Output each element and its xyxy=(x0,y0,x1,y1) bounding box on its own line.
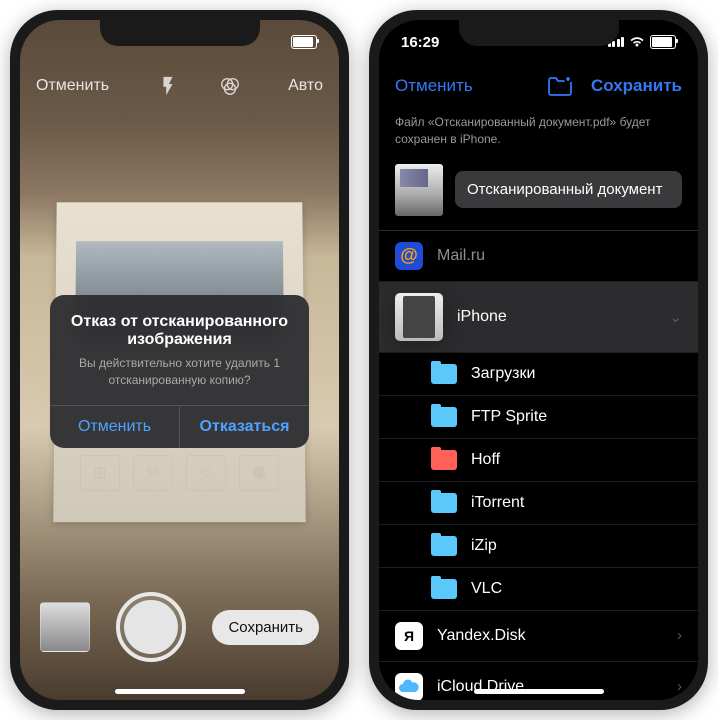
mail-icon xyxy=(395,242,423,270)
folder-hoff[interactable]: Hoff xyxy=(379,439,698,482)
location-iphone[interactable]: iPhone ⌄ xyxy=(379,282,698,353)
auto-button[interactable]: Авто xyxy=(288,77,323,95)
folder-izip[interactable]: iZip xyxy=(379,525,698,568)
filter-icon[interactable] xyxy=(219,75,241,97)
save-button[interactable]: Сохранить xyxy=(212,610,319,645)
scanner-toolbar: Отменить Авто xyxy=(20,64,339,108)
scanner-bottom-bar: Сохранить xyxy=(20,572,339,700)
folder-vlc[interactable]: VLC xyxy=(379,568,698,611)
battery-icon xyxy=(291,35,317,49)
location-icloud[interactable]: iCloud Drive › xyxy=(379,662,698,700)
cancel-button[interactable]: Отменить xyxy=(395,76,473,96)
clock: 16:29 xyxy=(401,34,439,51)
iphone-icon xyxy=(395,293,443,341)
chevron-down-icon: ⌄ xyxy=(669,308,682,326)
save-info-text: Файл «Отсканированный документ.pdf» буде… xyxy=(379,108,698,160)
document-name-input[interactable]: Отсканированный документ xyxy=(455,171,682,208)
folder-icon xyxy=(431,364,457,384)
alert-title: Отказ от отсканированного изображения xyxy=(66,313,293,349)
folder-icon xyxy=(431,407,457,427)
battery-icon xyxy=(650,35,676,49)
scan-option-icons: ⊞ % ⟐ ⬢ xyxy=(80,455,279,491)
alert-message: Вы действительно хотите удалить 1 отскан… xyxy=(66,355,293,389)
scan-icon-2[interactable]: % xyxy=(133,455,173,491)
icloud-icon xyxy=(395,673,423,700)
location-yandex[interactable]: Я Yandex.Disk › xyxy=(379,611,698,662)
folder-icon xyxy=(431,536,457,556)
folder-icon xyxy=(431,579,457,599)
cancel-button[interactable]: Отменить xyxy=(36,77,109,95)
home-indicator[interactable] xyxy=(115,689,245,694)
flash-icon[interactable] xyxy=(157,75,179,97)
location-list: Mail.ru iPhone ⌄ Загрузки FTP Sprite Hof… xyxy=(379,230,698,700)
files-toolbar: Отменить Сохранить xyxy=(379,64,698,108)
discard-alert: Отказ от отсканированного изображения Вы… xyxy=(50,295,309,448)
scan-icon-4[interactable]: ⬢ xyxy=(239,455,279,491)
folder-downloads[interactable]: Загрузки xyxy=(379,353,698,396)
shutter-button[interactable] xyxy=(116,592,186,662)
chevron-right-icon: › xyxy=(677,678,682,695)
document-name-row: Отсканированный документ xyxy=(379,160,698,230)
folder-icon xyxy=(431,450,457,470)
chevron-right-icon: › xyxy=(677,627,682,644)
wifi-icon xyxy=(629,36,645,48)
phone-left: 16:29 Отменить Авто Отказ от отсканирова… xyxy=(10,10,349,710)
folder-ftp[interactable]: FTP Sprite xyxy=(379,396,698,439)
yandex-icon: Я xyxy=(395,622,423,650)
document-thumbnail[interactable] xyxy=(395,164,443,216)
save-button[interactable]: Сохранить xyxy=(591,76,682,96)
folder-itorrent[interactable]: iTorrent xyxy=(379,482,698,525)
alert-cancel-button[interactable]: Отменить xyxy=(50,406,180,448)
phone-right: 16:29 Отменить Сохранить Файл «Отсканиро… xyxy=(369,10,708,710)
scan-icon-1[interactable]: ⊞ xyxy=(80,455,120,491)
alert-discard-button[interactable]: Отказаться xyxy=(180,406,309,448)
new-folder-icon[interactable] xyxy=(547,75,573,97)
folder-icon xyxy=(431,493,457,513)
home-indicator[interactable] xyxy=(474,689,604,694)
scan-icon-3[interactable]: ⟐ xyxy=(186,455,226,491)
location-mail[interactable]: Mail.ru xyxy=(379,231,698,282)
scan-thumbnail[interactable] xyxy=(40,602,90,652)
